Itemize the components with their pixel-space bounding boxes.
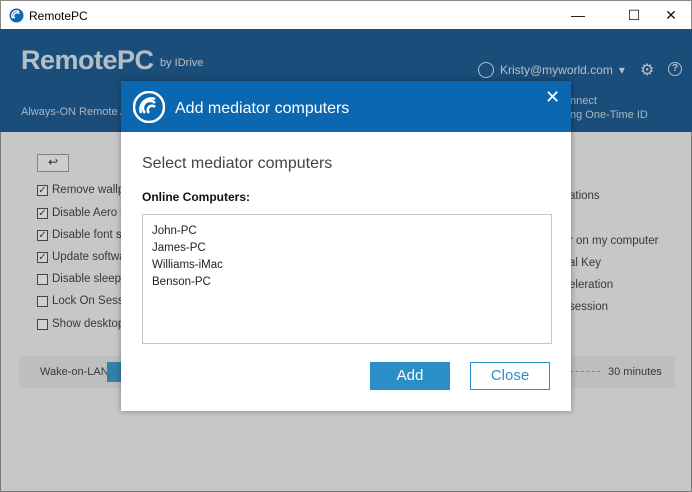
remotepc-app-icon xyxy=(9,8,24,23)
list-item[interactable]: Williams-iMac xyxy=(152,257,542,274)
dialog-title: Add mediator computers xyxy=(175,100,350,117)
dialog-header: Add mediator computers ✕ xyxy=(121,81,571,132)
window-title: RemotePC xyxy=(29,9,88,23)
list-item[interactable]: James-PC xyxy=(152,240,542,257)
add-button[interactable]: Add xyxy=(370,362,450,390)
remotepc-logo-icon xyxy=(133,91,165,123)
online-computers-label: Online Computers: xyxy=(142,190,251,204)
dialog-subtitle: Select mediator computers xyxy=(142,155,333,172)
list-item[interactable]: John-PC xyxy=(152,223,542,240)
window-titlebar: RemotePC — ☐ ✕ xyxy=(0,0,692,29)
online-computers-list[interactable]: John-PC James-PC Williams-iMac Benson-PC xyxy=(142,214,552,344)
add-mediator-dialog: Add mediator computers ✕ Select mediator… xyxy=(121,81,571,411)
list-item[interactable]: Benson-PC xyxy=(152,274,542,291)
close-button[interactable]: Close xyxy=(470,362,550,390)
close-icon[interactable]: ✕ xyxy=(545,87,560,108)
close-window-button[interactable]: ✕ xyxy=(649,1,692,29)
minimize-button[interactable]: — xyxy=(556,1,600,29)
